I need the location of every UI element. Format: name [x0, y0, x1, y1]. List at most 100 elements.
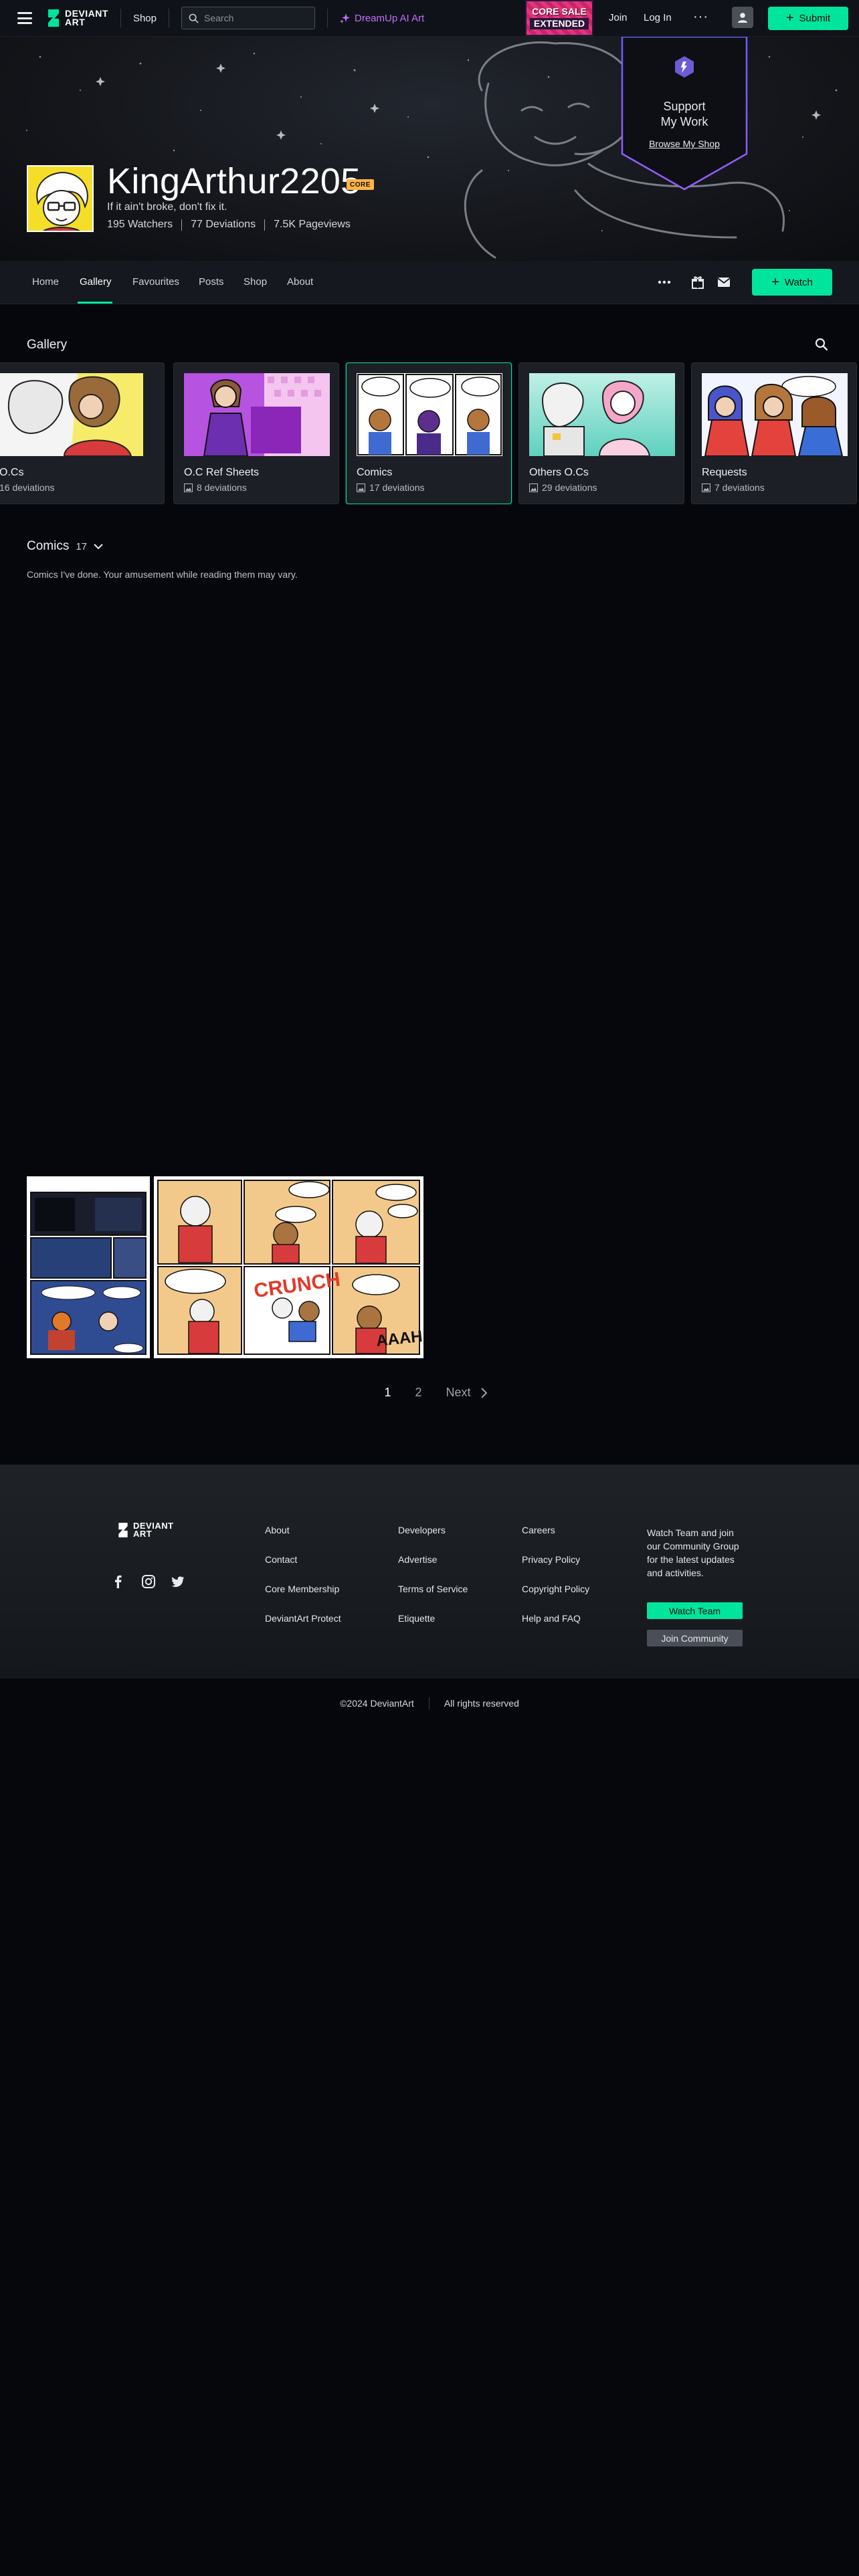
- core-sale-promo[interactable]: CORE SALE EXTENDED: [525, 0, 593, 36]
- divider: [120, 9, 121, 27]
- twitter-icon[interactable]: [171, 1574, 185, 1589]
- folder-thumbnail: [702, 373, 848, 456]
- copyright-bar: ©2024 DeviantArt All rights reserved: [0, 1697, 859, 1709]
- page-2-link[interactable]: 2: [415, 1386, 421, 1400]
- tab-about[interactable]: About: [287, 276, 313, 288]
- footer-link-developers[interactable]: Developers: [398, 1525, 446, 1535]
- join-link[interactable]: Join: [609, 12, 628, 23]
- chevron-down-icon: [94, 544, 103, 550]
- join-community-button[interactable]: Join Community: [647, 1630, 743, 1646]
- deviantart-logo[interactable]: DEVIANT ART: [45, 8, 108, 28]
- divider: [327, 9, 328, 27]
- deviations-count: 77 Deviations: [191, 219, 256, 230]
- core-badge[interactable]: CORE: [347, 179, 374, 190]
- watch-label: Watch: [784, 276, 813, 288]
- dreamup-link[interactable]: DreamUp AI Art: [340, 13, 424, 24]
- gallery-heading: Gallery: [27, 338, 68, 352]
- tab-favourites[interactable]: Favourites: [132, 276, 179, 288]
- search-box[interactable]: [181, 7, 315, 29]
- folder-card-oc-ref-sheets[interactable]: O.C Ref Sheets 8 deviations: [173, 362, 339, 504]
- footer-link-advertise[interactable]: Advertise: [398, 1554, 437, 1565]
- gift-icon[interactable]: [690, 276, 705, 289]
- profile-username: KingArthur2205: [107, 161, 361, 201]
- footer-community-text: Watch Team and join our Community Group …: [647, 1527, 739, 1578]
- tab-shop[interactable]: Shop: [244, 276, 267, 288]
- chevron-right-icon: [480, 1387, 487, 1398]
- divider: [264, 219, 266, 231]
- footer-link-contact[interactable]: Contact: [265, 1554, 297, 1565]
- gallery-folder-carousel: O.Cs 16 deviations O.C Ref Sheets 8 devi…: [0, 362, 859, 504]
- tab-posts[interactable]: Posts: [199, 276, 224, 288]
- folder-name: O.Cs: [0, 467, 24, 478]
- footer-link-about[interactable]: About: [265, 1525, 290, 1535]
- deviation-thumbnail[interactable]: [27, 1176, 150, 1358]
- pagination: 1 2 Next: [0, 1386, 859, 1400]
- avatar-artwork: [28, 167, 92, 231]
- instagram-icon[interactable]: [141, 1574, 156, 1589]
- mail-icon[interactable]: [717, 276, 731, 289]
- folder-dropdown[interactable]: Comics 17: [27, 539, 103, 554]
- profile-avatar[interactable]: [27, 165, 94, 232]
- deviantart-logo-icon: [118, 1523, 128, 1537]
- footer-link-privacy[interactable]: Privacy Policy: [522, 1554, 580, 1565]
- support-title: Support My Work: [660, 100, 708, 128]
- search-icon[interactable]: [815, 338, 828, 351]
- dreamup-icon: [340, 13, 350, 23]
- facebook-icon[interactable]: [111, 1574, 126, 1589]
- search-input[interactable]: [204, 13, 311, 23]
- folder-name: O.C Ref Sheets: [184, 467, 260, 478]
- footer-link-core-membership[interactable]: Core Membership: [265, 1584, 339, 1594]
- user-avatar-button[interactable]: [732, 7, 753, 28]
- folder-card-ocs[interactable]: O.Cs 16 deviations: [0, 362, 165, 504]
- core-points-icon: [675, 56, 694, 78]
- footer-link-etiquette[interactable]: Etiquette: [398, 1613, 435, 1624]
- menu-icon[interactable]: [17, 12, 32, 24]
- browse-shop-link[interactable]: Browse My Shop: [621, 138, 748, 149]
- more-icon[interactable]: [657, 276, 672, 289]
- site-footer: DEVIANT ART About Contact Core Membershi…: [0, 1465, 859, 1679]
- image-icon: [529, 483, 538, 492]
- folder-card-others-ocs[interactable]: Others O.Cs 29 deviations: [518, 362, 684, 504]
- folder-name: Requests: [702, 467, 747, 478]
- deviation-thumbnail[interactable]: CRUNCH AAAH: [154, 1176, 423, 1358]
- page-1-link[interactable]: 1: [384, 1386, 391, 1400]
- footer-link-careers[interactable]: Careers: [522, 1525, 555, 1535]
- shop-link[interactable]: Shop: [133, 13, 157, 24]
- folder-count: 7 deviations: [702, 482, 765, 493]
- profile-stats: 195 Watchers 77 Deviations 7.5K Pageview…: [107, 219, 351, 231]
- promo-line-1: CORE SALE: [532, 6, 587, 17]
- footer-link-copyright[interactable]: Copyright Policy: [522, 1584, 589, 1594]
- profile-tagline: If it ain't broke, don't fix it.: [107, 201, 227, 213]
- footer-logo[interactable]: DEVIANT ART: [116, 1521, 174, 1539]
- folder-thumbnail: [357, 373, 502, 456]
- image-icon: [357, 483, 365, 492]
- folder-count: 17 deviations: [357, 482, 425, 493]
- folder-count: 8 deviations: [184, 482, 247, 493]
- login-link[interactable]: Log In: [644, 12, 672, 23]
- dreamup-label: DreamUp AI Art: [355, 12, 425, 24]
- watch-team-button[interactable]: Watch Team: [647, 1602, 743, 1619]
- divider: [181, 219, 183, 231]
- pageviews-count: 7.5K Pageviews: [274, 219, 351, 230]
- footer-link-deviantart-protect[interactable]: DeviantArt Protect: [265, 1613, 341, 1624]
- tab-home[interactable]: Home: [32, 276, 59, 288]
- top-navigation-bar: DEVIANT ART Shop DreamUp AI Art CORE SAL…: [0, 0, 859, 37]
- watchers-count[interactable]: 195 Watchers: [107, 219, 173, 231]
- folder-card-comics[interactable]: Comics 17 deviations: [346, 362, 512, 504]
- folder-thumbnail: [529, 373, 675, 456]
- submit-button[interactable]: + Submit: [768, 7, 848, 30]
- next-label: Next: [446, 1386, 471, 1399]
- folder-description: Comics I've done. Your amusement while r…: [27, 569, 298, 580]
- watch-button[interactable]: + Watch: [752, 269, 832, 296]
- footer-link-terms[interactable]: Terms of Service: [398, 1584, 468, 1594]
- folder-card-requests[interactable]: Requests 7 deviations: [691, 362, 857, 504]
- image-icon: [702, 483, 710, 492]
- profile-tabs: Home Gallery Favourites Posts Shop About…: [0, 261, 859, 304]
- tab-gallery[interactable]: Gallery: [80, 276, 112, 288]
- more-icon[interactable]: ···: [693, 9, 708, 25]
- folder-thumbnail: [0, 373, 143, 456]
- footer-link-help[interactable]: Help and FAQ: [522, 1613, 581, 1624]
- active-tab-indicator: [78, 302, 112, 304]
- next-page-link[interactable]: Next: [446, 1386, 487, 1400]
- deviantart-logo-icon: [48, 9, 59, 27]
